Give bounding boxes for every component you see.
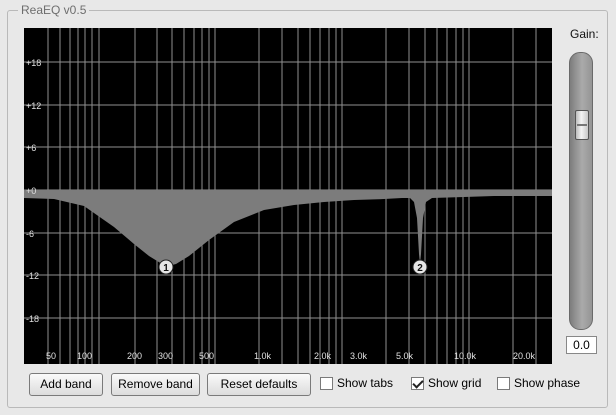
db-label: -6: [26, 229, 34, 239]
remove-band-button[interactable]: Remove band: [111, 373, 200, 396]
show-phase-label[interactable]: Show phase: [514, 376, 580, 390]
band-handle-2[interactable]: 2: [412, 259, 428, 275]
freq-label: 50: [46, 351, 56, 361]
add-band-button[interactable]: Add band: [29, 373, 103, 396]
freq-label: 500: [199, 351, 214, 361]
freq-label: 300: [158, 351, 173, 361]
show-phase-box[interactable]: [497, 376, 510, 390]
freq-label: 10.0k: [454, 351, 477, 361]
db-label: +18: [26, 58, 41, 68]
window-title: ReaEQ v0.5: [18, 3, 90, 17]
show-tabs-box[interactable]: [320, 376, 333, 390]
eq-curve-fill: [24, 190, 552, 266]
eq-graph[interactable]: +18 +12 +6 +0 -6 -12 -18 50 100 200 300 …: [24, 28, 552, 364]
freq-label: 3.0k: [350, 351, 368, 361]
freq-label: 5.0k: [396, 351, 414, 361]
freq-label: 200: [127, 351, 142, 361]
eq-graph-svg[interactable]: +18 +12 +6 +0 -6 -12 -18 50 100 200 300 …: [24, 28, 552, 364]
db-label: +0: [26, 186, 36, 196]
band-handle-label: 2: [417, 263, 423, 274]
gain-fader-knob[interactable]: [575, 110, 589, 140]
band-handle-label: 1: [163, 263, 169, 274]
show-grid-box[interactable]: [411, 376, 424, 390]
gain-value-field[interactable]: 0.0: [566, 336, 597, 354]
freq-label: 2.0k: [314, 351, 332, 361]
show-grid-checkbox[interactable]: Show grid: [411, 376, 481, 390]
show-tabs-label[interactable]: Show tabs: [337, 376, 393, 390]
band-handle-1[interactable]: 1: [158, 259, 174, 275]
show-tabs-checkbox[interactable]: Show tabs: [320, 376, 393, 390]
show-grid-label[interactable]: Show grid: [428, 376, 481, 390]
freq-label: 100: [77, 351, 92, 361]
freq-axis-labels: 50 100 200 300 500 1.0k 2.0k 3.0k 5.0k 1…: [46, 351, 536, 361]
gain-fader-track[interactable]: [569, 52, 593, 330]
gain-label: Gain:: [570, 27, 599, 41]
reset-defaults-button[interactable]: Reset defaults: [207, 373, 311, 396]
db-label: -12: [26, 271, 39, 281]
db-label: +12: [26, 101, 41, 111]
db-label: +6: [26, 143, 36, 153]
freq-label: 20.0k: [513, 351, 536, 361]
db-label: -18: [26, 314, 39, 324]
show-phase-checkbox[interactable]: Show phase: [497, 376, 580, 390]
freq-label: 1.0k: [254, 351, 272, 361]
